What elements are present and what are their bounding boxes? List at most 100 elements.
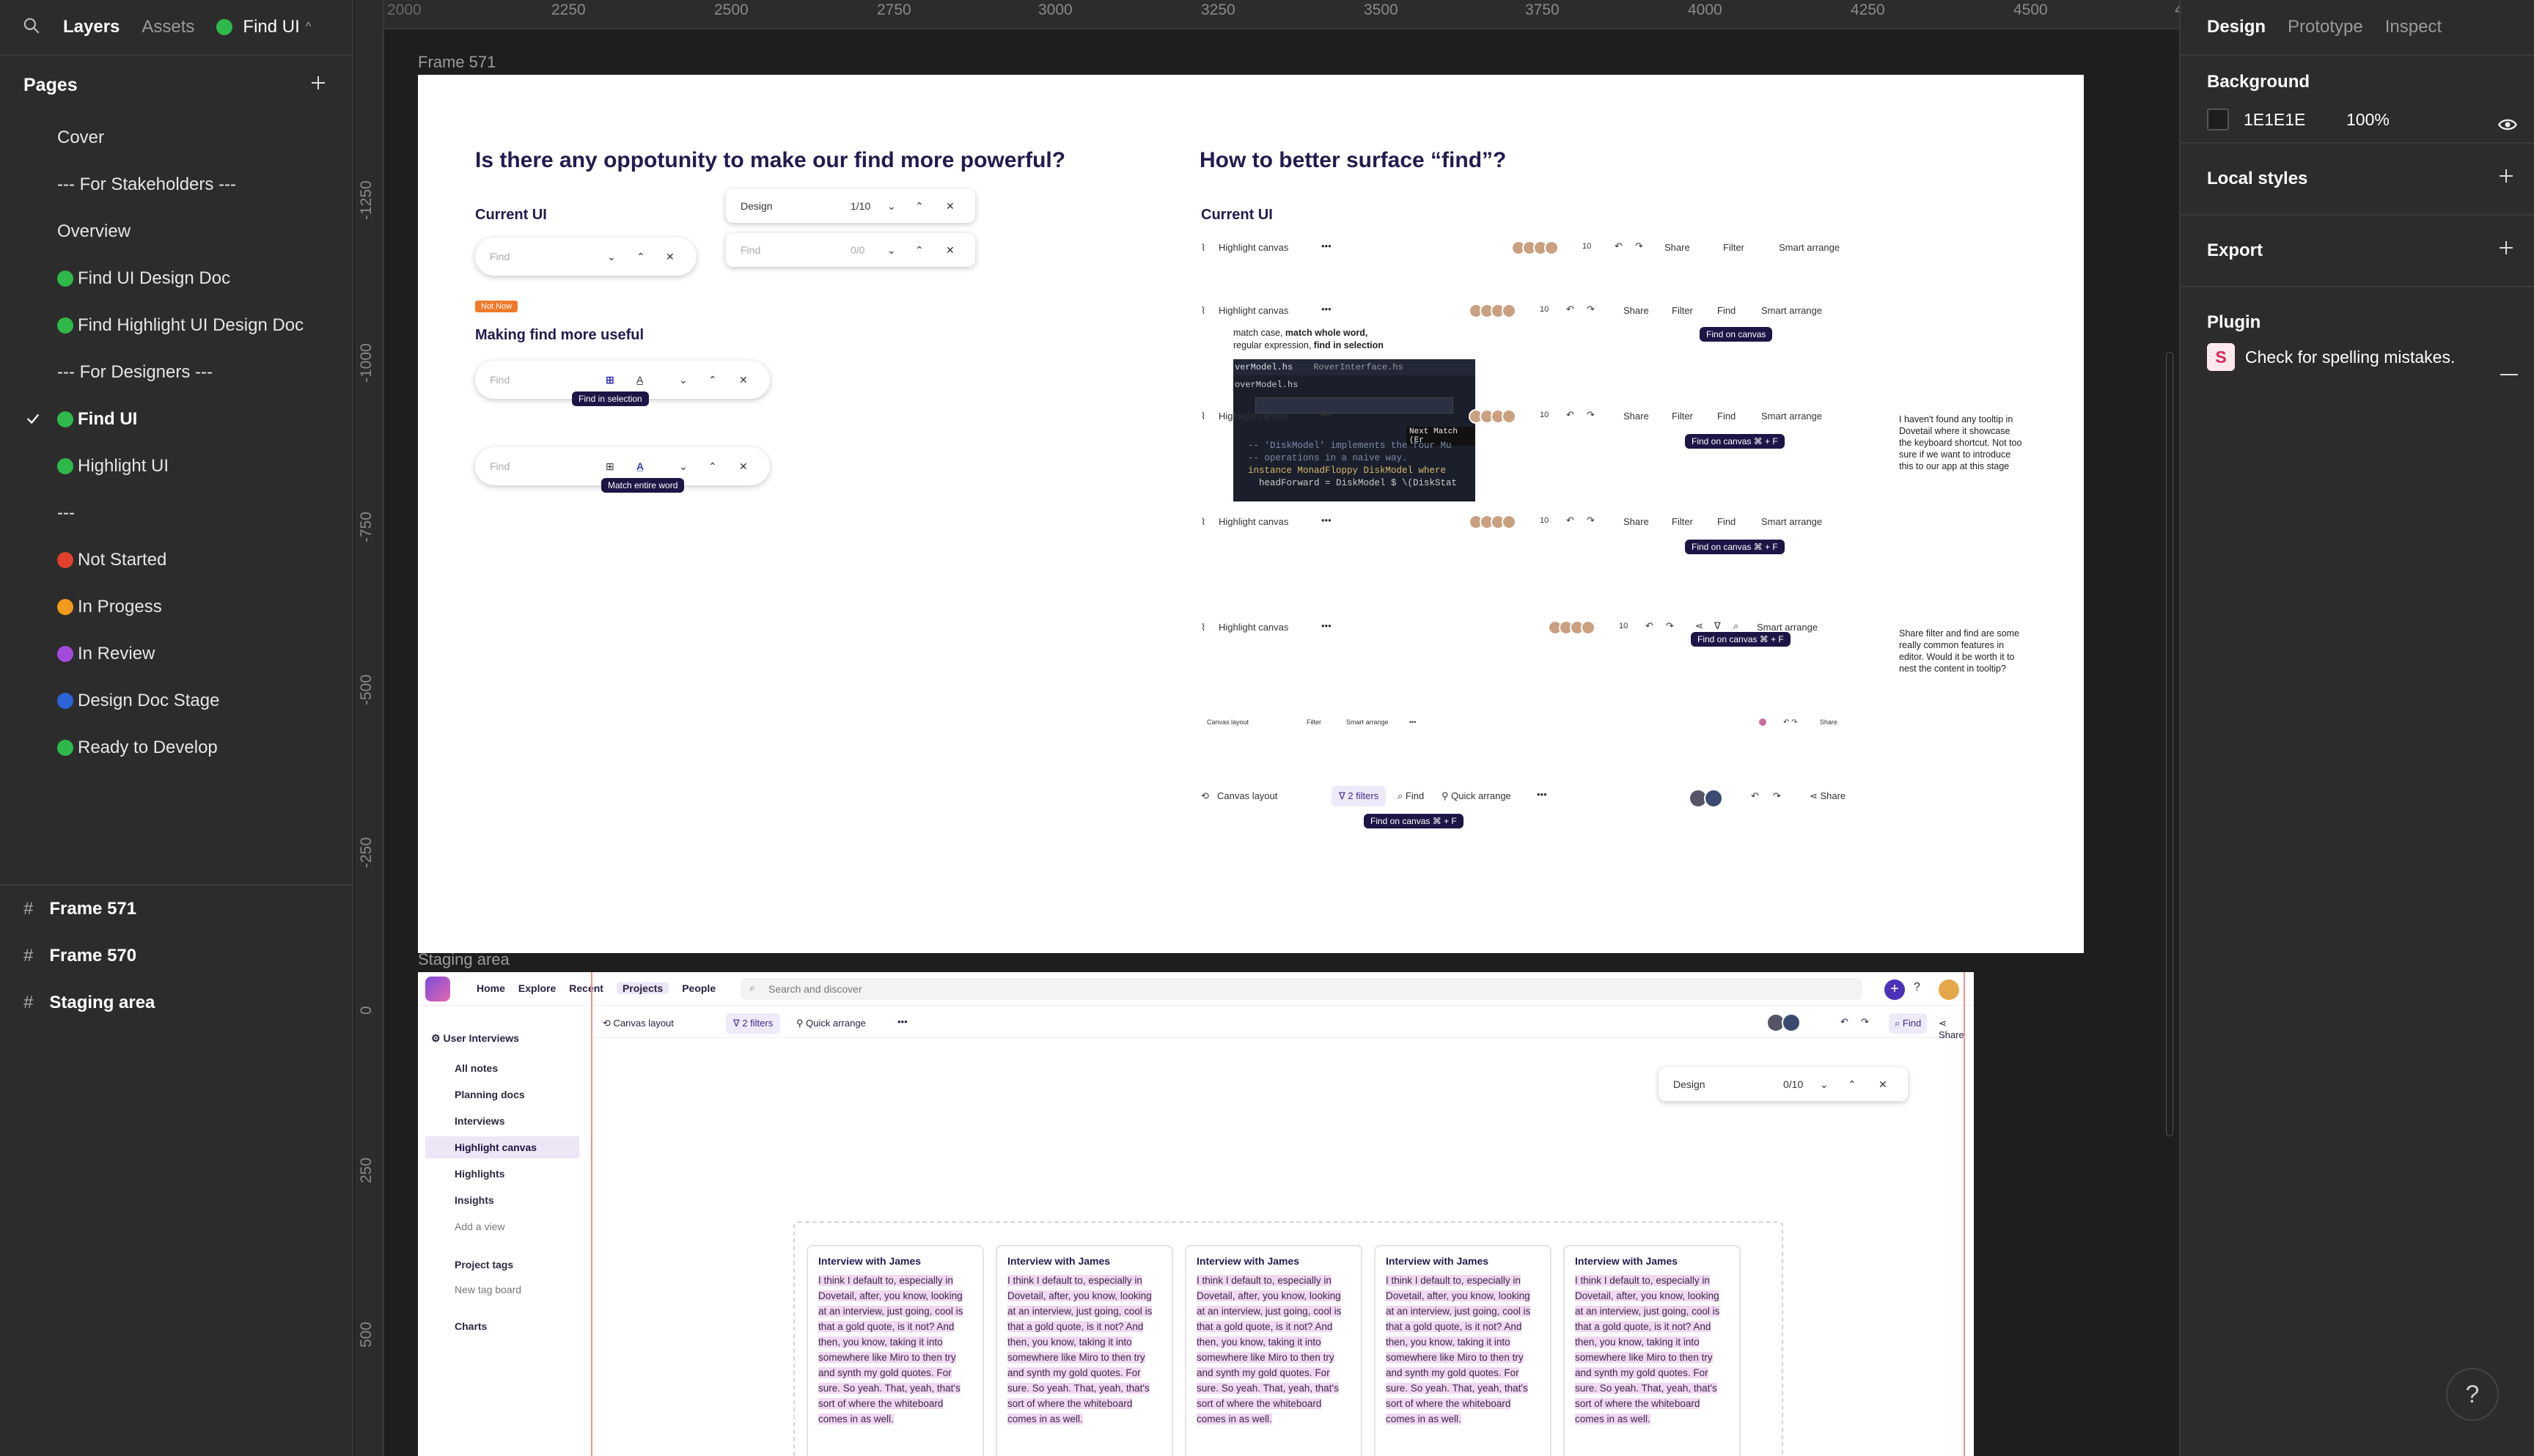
page-item[interactable]: Highlight UI xyxy=(0,443,352,490)
note-card[interactable]: Interview with James I think I default to… xyxy=(996,1245,1173,1456)
tab-prototype[interactable]: Prototype xyxy=(2288,17,2363,37)
close-icon[interactable]: ✕ xyxy=(739,374,748,386)
canvas-layout-button[interactable]: ⟲ Canvas layout xyxy=(603,1018,674,1029)
color-swatch[interactable] xyxy=(2207,109,2229,130)
help-icon[interactable]: ? xyxy=(1914,981,1920,994)
page-item[interactable]: In Progess xyxy=(0,584,352,630)
chevron-down-icon[interactable]: ⌄ xyxy=(607,251,616,263)
note-card[interactable]: Interview with James I think I default to… xyxy=(1374,1245,1551,1456)
page-item-current[interactable]: Find UI xyxy=(0,396,352,443)
sidebar-item-all-notes[interactable]: All notes xyxy=(425,1057,579,1079)
find-in-selection-icon[interactable]: ⊞ xyxy=(606,460,614,473)
nav-people[interactable]: People xyxy=(682,982,716,994)
file-name-dropdown[interactable]: Find UI ^ xyxy=(216,17,311,37)
close-icon[interactable]: ✕ xyxy=(946,200,955,213)
sidebar-item-project-tags[interactable]: Project tags xyxy=(425,1254,579,1276)
quick-arrange-button[interactable]: ⚲ Quick arrange xyxy=(796,1018,866,1029)
note-card[interactable]: Interview with James I think I default to… xyxy=(1185,1245,1362,1456)
page-item[interactable]: Find Highlight UI Design Doc xyxy=(0,302,352,349)
search-icon[interactable] xyxy=(22,16,41,39)
chevron-up-icon[interactable]: ⌃ xyxy=(708,374,717,386)
find-in-selection-icon[interactable]: ⊞ xyxy=(606,374,614,386)
page-item[interactable]: In Review xyxy=(0,630,352,677)
add-page-icon[interactable] xyxy=(309,74,327,97)
search-input[interactable]: Search and discover ⌕ xyxy=(741,978,1862,1000)
sidebar-item-planning-docs[interactable]: Planning docs xyxy=(425,1084,579,1106)
add-style-icon[interactable] xyxy=(2497,167,2515,188)
tab-design[interactable]: Design xyxy=(2207,17,2266,37)
page-item[interactable]: --- For Designers --- xyxy=(0,349,352,396)
undo-icon[interactable]: ↶ xyxy=(1840,1016,1848,1028)
sidebar-item-interviews[interactable]: Interviews xyxy=(425,1110,579,1132)
chevron-up-icon[interactable]: ⌃ xyxy=(636,251,645,263)
canvas[interactable]: 2000 2250 2500 2750 3000 3250 3500 3750 … xyxy=(355,0,2179,1456)
sidebar-item-charts[interactable]: Charts xyxy=(425,1315,579,1337)
chevron-up-icon[interactable]: ⌃ xyxy=(915,200,924,213)
page-item[interactable]: Cover xyxy=(0,114,352,161)
page-item[interactable]: --- For Stakeholders --- xyxy=(0,161,352,208)
filters-button[interactable]: ∇ 2 filters xyxy=(726,1013,781,1034)
close-icon[interactable]: ✕ xyxy=(666,251,675,263)
close-icon[interactable]: ✕ xyxy=(946,244,955,257)
redo-icon[interactable]: ↷ xyxy=(1861,1016,1869,1028)
plugin-item[interactable]: S Check for spelling mistakes. xyxy=(2207,343,2508,371)
find-button[interactable]: ⌕ Find xyxy=(1889,1013,1928,1034)
nav-home[interactable]: Home xyxy=(477,982,505,994)
sidebar-item-highlights[interactable]: Highlights xyxy=(425,1163,579,1185)
find-bar[interactable]: Design 0/10 ⌄ ⌃ ✕ xyxy=(1659,1067,1908,1101)
tab-assets[interactable]: Assets xyxy=(142,17,194,37)
tab-layers[interactable]: Layers xyxy=(63,17,120,37)
avatar[interactable] xyxy=(1939,979,1959,1000)
chevron-down-icon[interactable]: ⌄ xyxy=(887,244,896,257)
layer-frame-571[interactable]: # Frame 571 xyxy=(0,886,352,933)
add-export-icon[interactable] xyxy=(2497,239,2515,260)
chevron-down-icon[interactable]: ⌄ xyxy=(679,374,688,386)
project-title[interactable]: ⚙ User Interviews xyxy=(431,1032,519,1045)
find-bar-current[interactable]: Find ⌄ ⌃ ✕ xyxy=(475,238,697,276)
vertical-scrollbar[interactable] xyxy=(2166,352,2173,1136)
remove-plugin-icon[interactable] xyxy=(2500,374,2518,375)
more-icon[interactable]: ••• xyxy=(897,1016,908,1027)
create-button[interactable]: + xyxy=(1884,979,1905,1000)
chevron-down-icon[interactable]: ⌄ xyxy=(1820,1078,1829,1091)
frame-571[interactable]: Is there any oppotunity to make our find… xyxy=(418,75,2084,953)
match-word-icon[interactable]: A̲ xyxy=(636,374,643,386)
sidebar-new-tag-board[interactable]: New tag board xyxy=(425,1279,579,1301)
close-icon[interactable]: ✕ xyxy=(739,460,748,473)
chevron-down-icon[interactable]: ⌄ xyxy=(887,200,896,213)
match-word-icon[interactable]: A̲ xyxy=(636,460,644,472)
page-item[interactable]: --- xyxy=(0,490,352,537)
sidebar-item-highlight-canvas[interactable]: Highlight canvas xyxy=(425,1136,579,1158)
tab-inspect[interactable]: Inspect xyxy=(2385,17,2442,37)
find-bar-empty[interactable]: Find 0/0 ⌄ ⌃ ✕ xyxy=(726,233,975,267)
layer-frame-570[interactable]: # Frame 570 xyxy=(0,933,352,979)
chevron-up-icon[interactable]: ⌃ xyxy=(1848,1078,1857,1091)
chevron-down-icon[interactable]: ⌄ xyxy=(679,460,688,473)
close-icon[interactable]: ✕ xyxy=(1879,1078,1887,1091)
nav-explore[interactable]: Explore xyxy=(518,982,556,994)
page-item[interactable]: Find UI Design Doc xyxy=(0,255,352,302)
opacity-input[interactable]: 100% xyxy=(2346,110,2390,130)
nav-recent[interactable]: Recent xyxy=(569,982,603,994)
color-hex-input[interactable]: 1E1E1E xyxy=(2244,110,2332,130)
note-card[interactable]: Interview with James I think I default to… xyxy=(807,1245,984,1456)
help-button[interactable]: ? xyxy=(2446,1368,2499,1421)
layer-staging-area[interactable]: # Staging area xyxy=(0,979,352,1026)
chevron-up-icon[interactable]: ⌃ xyxy=(915,244,924,257)
visibility-eye-icon[interactable] xyxy=(2497,114,2518,139)
sidebar-add-view[interactable]: Add a view xyxy=(425,1216,579,1238)
sidebar-item-insights[interactable]: Insights xyxy=(425,1189,579,1211)
share-button[interactable]: ⋖ Share xyxy=(1939,1018,1965,1040)
frame-label[interactable]: Staging area xyxy=(418,950,510,969)
chevron-up-icon[interactable]: ⌃ xyxy=(708,460,717,473)
page-item[interactable]: Overview xyxy=(0,208,352,255)
ruler-tick-label: 0 xyxy=(358,1006,375,1015)
staging-area-frame[interactable]: Home Explore Recent Projects People Sear… xyxy=(418,972,1974,1456)
page-item[interactable]: Design Doc Stage xyxy=(0,677,352,724)
nav-projects[interactable]: Projects xyxy=(616,982,669,994)
page-item[interactable]: Ready to Develop xyxy=(0,724,352,771)
frame-label[interactable]: Frame 571 xyxy=(418,53,496,72)
find-bar-design[interactable]: Design 1/10 ⌄ ⌃ ✕ xyxy=(726,189,975,223)
page-item[interactable]: Not Started xyxy=(0,537,352,584)
note-card[interactable]: Interview with James I think I default to… xyxy=(1563,1245,1741,1456)
